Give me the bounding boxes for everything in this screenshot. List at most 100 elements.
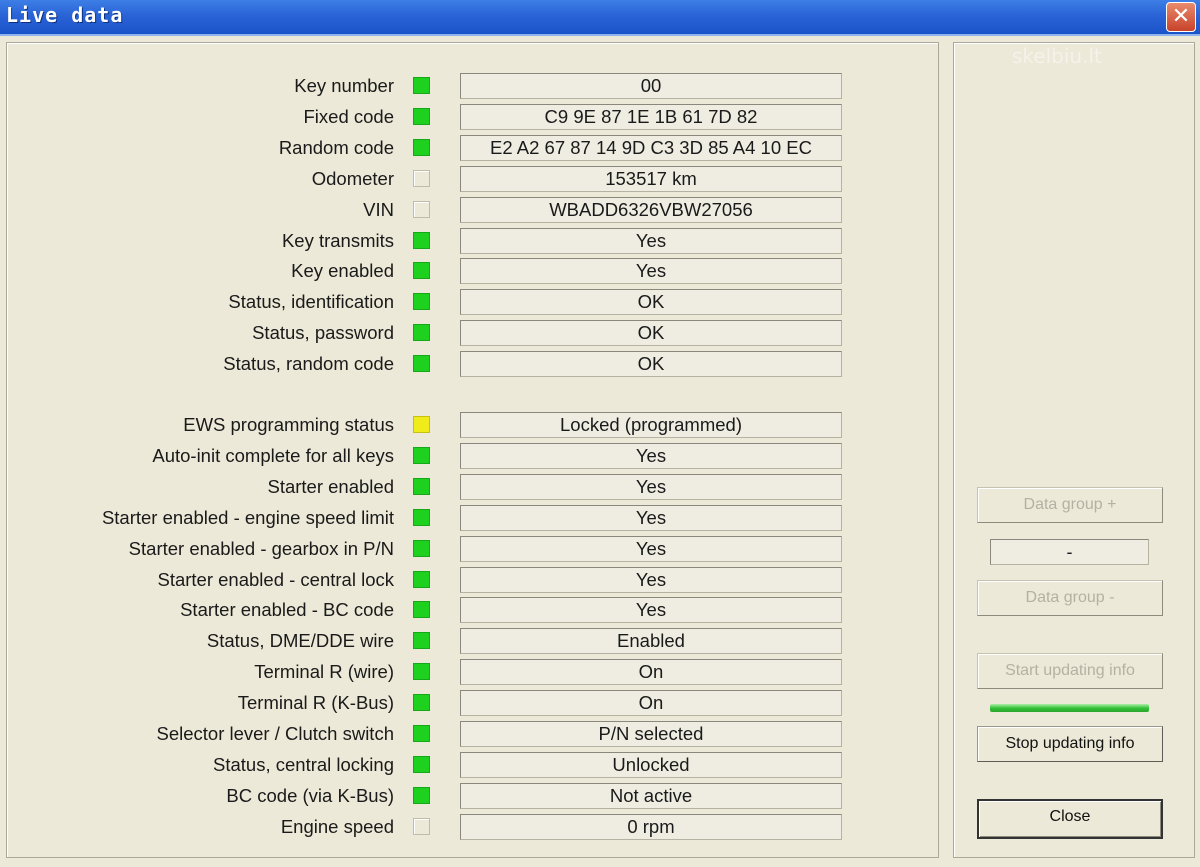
- data-row: Engine speed 0 rpm: [7, 813, 940, 840]
- row-label: Status, random code: [223, 353, 394, 375]
- status-led-icon: [413, 262, 430, 280]
- data-row: Starter enabled - engine speed limit Yes: [7, 504, 940, 531]
- row-value: 0 rpm: [460, 813, 842, 840]
- row-label: Engine speed: [280, 815, 394, 837]
- row-label: Starter enabled - engine speed limit: [101, 506, 394, 528]
- row-label: Starter enabled: [267, 475, 394, 497]
- row-value: Enabled: [460, 628, 842, 655]
- row-label: BC code (via K-Bus): [226, 784, 394, 806]
- row-value: On: [460, 659, 842, 686]
- row-value: OK: [460, 320, 842, 347]
- status-led-icon: [413, 632, 430, 650]
- status-led-icon: [413, 169, 430, 187]
- row-value: Locked (programmed): [460, 412, 842, 438]
- data-row: BC code (via K-Bus) Not active: [7, 782, 940, 809]
- title-bar: Live data ✕: [0, 0, 1200, 36]
- row-label: Odometer: [311, 167, 394, 189]
- data-row: Status, central locking Unlocked: [7, 751, 940, 778]
- status-led-icon: [413, 324, 430, 342]
- data-row: Key transmits Yes: [7, 227, 940, 254]
- row-label: Status, central locking: [213, 753, 394, 775]
- row-label: Random code: [278, 136, 394, 158]
- status-led-icon: [413, 508, 430, 526]
- update-progress-bar: [990, 704, 1149, 712]
- status-led-icon: [413, 725, 430, 742]
- close-button[interactable]: Close: [977, 799, 1163, 839]
- row-label: Status, password: [252, 322, 394, 344]
- status-led-icon: [413, 200, 430, 218]
- row-value: Yes: [460, 442, 842, 469]
- row-label: Terminal R (K-Bus): [237, 692, 394, 714]
- row-label: Auto-init complete for all keys: [152, 444, 394, 466]
- row-label: Fixed code: [303, 105, 395, 127]
- stop-updating-button[interactable]: Stop updating info: [977, 726, 1163, 762]
- row-label: Starter enabled - central lock: [157, 568, 394, 590]
- row-value: Yes: [460, 227, 842, 254]
- status-led-icon: [413, 446, 430, 464]
- data-row: Auto-init complete for all keys Yes: [7, 442, 940, 469]
- row-value: C9 9E 87 1E 1B 61 7D 82: [460, 103, 842, 130]
- row-value: Yes: [460, 535, 842, 562]
- status-led-icon: [413, 138, 430, 156]
- status-led-icon: [413, 539, 430, 557]
- status-led-icon: [413, 786, 430, 804]
- status-led-icon: [413, 355, 430, 373]
- status-led-icon: [413, 570, 430, 588]
- row-value: On: [460, 690, 842, 717]
- data-row: EWS programming status Locked (programmed…: [7, 412, 940, 438]
- live-data-panel: Key number 00 Fixed code C9 9E 87 1E 1B 61 …: [6, 42, 939, 858]
- row-label: Key transmits: [281, 229, 394, 251]
- start-updating-button[interactable]: Start updating info: [977, 653, 1163, 689]
- status-led-icon: [413, 231, 430, 249]
- data-row: Key number 00: [7, 73, 940, 99]
- data-row: Status, DME/DDE wire Enabled: [7, 628, 940, 655]
- row-value: Unlocked: [460, 751, 842, 778]
- data-row: Starter enabled - gearbox in P/N Yes: [7, 535, 940, 562]
- window-title: Live data: [6, 3, 124, 27]
- data-row: Terminal R (wire) On: [7, 659, 940, 686]
- data-row: Selector lever / Clutch switch P/N select…: [7, 721, 940, 747]
- data-group-plus-button[interactable]: Data group +: [977, 487, 1163, 523]
- status-led-icon: [413, 107, 430, 125]
- data-row: Starter enabled - BC code Yes: [7, 597, 940, 624]
- data-row: Odometer 153517 km: [7, 165, 940, 192]
- data-row: Fixed code C9 9E 87 1E 1B 61 7D 82: [7, 103, 940, 130]
- row-value: Yes: [460, 504, 842, 531]
- status-led-icon: [413, 663, 430, 681]
- row-value: E2 A2 67 87 14 9D C3 3D 85 A4 10 EC: [460, 134, 842, 161]
- data-row: Terminal R (K-Bus) On: [7, 690, 940, 717]
- row-label: Starter enabled - gearbox in P/N: [128, 537, 394, 559]
- row-label: EWS programming status: [183, 414, 394, 435]
- row-value: Yes: [460, 566, 842, 593]
- data-row: Status, password OK: [7, 320, 940, 347]
- row-value: OK: [460, 289, 842, 316]
- row-label: Selector lever / Clutch switch: [156, 723, 394, 744]
- status-led-icon: [413, 416, 430, 433]
- data-row: Random code E2 A2 67 87 14 9D C3 3D 85 A4…: [7, 134, 940, 161]
- status-led-icon: [413, 817, 430, 835]
- row-value: Yes: [460, 258, 842, 285]
- data-row: Status, random code OK: [7, 351, 940, 378]
- status-led-icon: [413, 694, 430, 712]
- status-led-icon: [413, 77, 430, 94]
- close-icon[interactable]: ✕: [1166, 2, 1196, 32]
- status-led-icon: [413, 477, 430, 495]
- watermark: skelbiu.lt: [1012, 44, 1102, 68]
- row-value: 153517 km: [460, 165, 842, 192]
- row-value: OK: [460, 351, 842, 378]
- data-row: Key enabled Yes: [7, 258, 940, 285]
- row-label: VIN: [363, 198, 394, 220]
- row-value: Not active: [460, 782, 842, 809]
- row-value: WBADD6326VBW27056: [460, 196, 842, 223]
- data-group-minus-button[interactable]: Data group -: [977, 580, 1163, 616]
- row-value: Yes: [460, 473, 842, 500]
- data-row: Starter enabled Yes: [7, 473, 940, 500]
- row-label: Starter enabled - BC code: [180, 599, 394, 621]
- data-row: Status, identification OK: [7, 289, 940, 316]
- status-led-icon: [413, 293, 430, 311]
- row-value: P/N selected: [460, 721, 842, 747]
- status-led-icon: [413, 601, 430, 619]
- data-group-display: -: [990, 539, 1149, 565]
- row-label: Status, DME/DDE wire: [206, 630, 394, 652]
- row-value: 00: [460, 73, 842, 99]
